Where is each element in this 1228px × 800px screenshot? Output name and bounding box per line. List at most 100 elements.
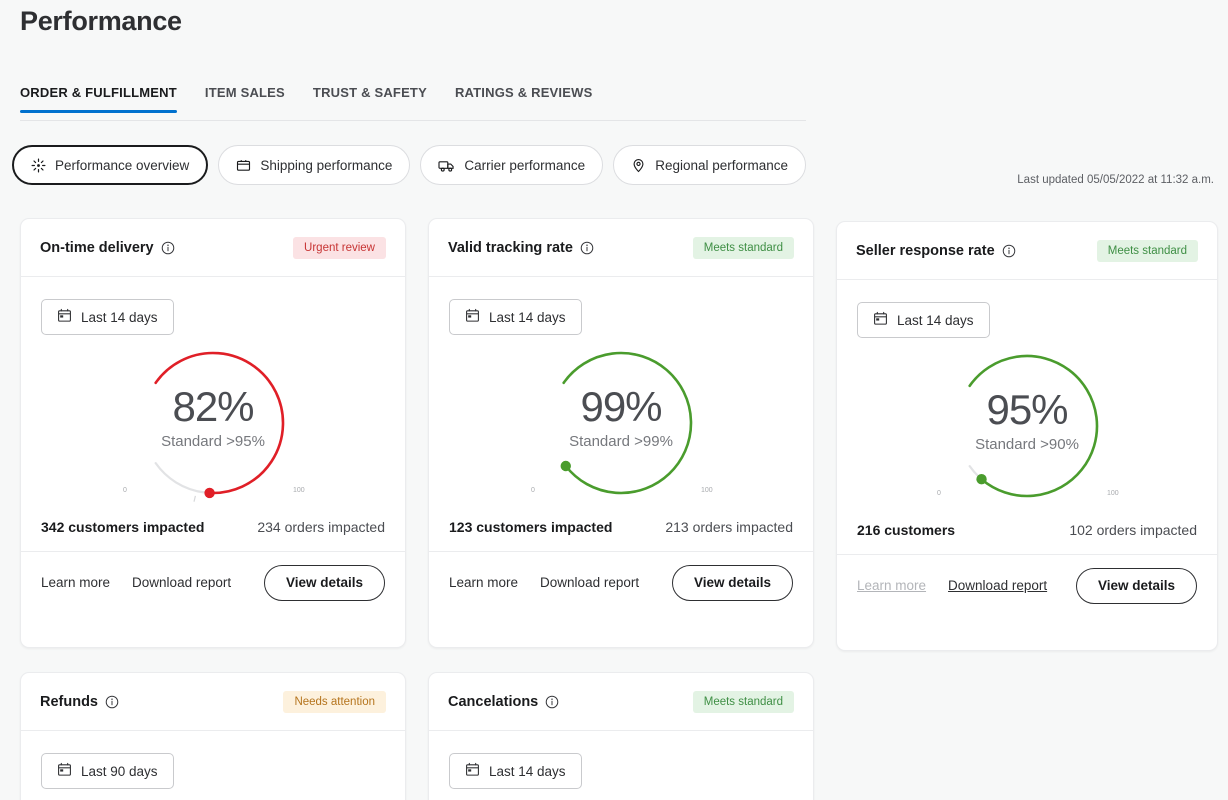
calendar-icon: [465, 308, 480, 326]
card-body: Last 14 days: [429, 731, 813, 789]
truck-icon: [438, 158, 455, 173]
gauge-chart: [560, 351, 693, 495]
pill-performance-overview[interactable]: Performance overview: [12, 145, 209, 185]
card-body: Last 14 days 99% Standard >99% 0 100 123 cus…: [429, 277, 813, 613]
learn-more-link[interactable]: Learn more: [449, 575, 518, 590]
card-stats: 123 customers impacted 213 orders impacte…: [429, 519, 813, 535]
gauge-container: 95% Standard >90% 0 100: [837, 344, 1217, 506]
card-header: Seller response rate Meets standard: [837, 222, 1217, 280]
info-icon[interactable]: [1002, 244, 1016, 258]
download-report-link[interactable]: Download report: [948, 578, 1047, 593]
card-title: Seller response rate: [856, 242, 995, 259]
learn-more-link[interactable]: Learn more: [41, 575, 110, 590]
metric-card-valid-tracking-rate: Valid tracking rate Meets standard Last 14…: [428, 218, 814, 648]
status-badge: Meets standard: [1096, 239, 1198, 262]
date-range-selector[interactable]: Last 90 days: [41, 753, 174, 789]
date-range-selector[interactable]: Last 14 days: [41, 299, 174, 335]
card-footer: Learn more Download report View details: [21, 551, 405, 613]
date-range-selector[interactable]: Last 14 days: [449, 753, 582, 789]
pill-label: Performance overview: [55, 157, 190, 173]
date-range-label: Last 14 days: [489, 309, 566, 325]
date-range-label: Last 14 days: [897, 312, 974, 328]
last-updated-text: Last updated 05/05/2022 at 11:32 a.m.: [1017, 174, 1214, 186]
calendar-icon: [873, 311, 888, 329]
card-title-group: Seller response rate: [856, 243, 1016, 259]
box-icon: [236, 158, 251, 173]
tab-trust-safety[interactable]: TRUST & SAFETY: [299, 85, 441, 112]
card-header: Refunds Needs attention: [21, 673, 405, 731]
tab-order-fulfillment[interactable]: ORDER & FULFILLMENT: [20, 85, 191, 113]
card-title: Refunds: [40, 693, 98, 710]
info-icon[interactable]: [161, 241, 175, 255]
calendar-icon: [57, 762, 72, 780]
card-title: Cancelations: [448, 693, 539, 710]
card-header: Cancelations Meets standard: [429, 673, 813, 731]
calendar-icon: [57, 308, 72, 326]
card-title-group: Refunds: [40, 694, 119, 710]
status-badge: Urgent review: [293, 236, 386, 259]
gauge-min-label: 0: [123, 487, 127, 494]
gauge-min-label: 0: [531, 487, 535, 494]
date-range-selector[interactable]: Last 14 days: [857, 302, 990, 338]
card-title-group: On-time delivery: [40, 240, 175, 256]
pill-regional-performance[interactable]: Regional performance: [613, 145, 807, 185]
pill-label: Shipping performance: [260, 157, 393, 173]
page-title: Performance: [20, 6, 182, 36]
view-details-button[interactable]: View details: [263, 564, 385, 601]
status-badge: Meets standard: [692, 236, 794, 259]
card-header: Valid tracking rate Meets standard: [429, 219, 813, 277]
gauge-chart: [154, 351, 285, 502]
metric-card-refunds: Refunds Needs attention Last 90 days: [20, 672, 406, 800]
gauge-container: 99% Standard >99% 0 100: [429, 341, 813, 503]
metric-card-cancelations: Cancelations Meets standard Last 14 days: [428, 672, 814, 800]
tab-ratings-reviews[interactable]: RATINGS & REVIEWS: [441, 85, 607, 112]
status-badge: Meets standard: [692, 690, 794, 713]
card-stats: 216 customers 102 orders impacted: [837, 522, 1217, 538]
learn-more-link: Learn more: [857, 578, 927, 593]
customers-impacted: 216 customers: [857, 522, 956, 538]
gauge-max-label: 100: [1107, 490, 1119, 497]
date-range-label: Last 14 days: [81, 309, 158, 325]
gauge-min-label: 0: [937, 490, 941, 497]
card-stats: 342 customers impacted 234 orders impacte…: [21, 519, 405, 535]
metric-card-seller-response-rate: Seller response rate Meets standard Last 1…: [836, 221, 1218, 651]
pill-shipping-performance[interactable]: Shipping performance: [218, 145, 411, 185]
pin-icon: [631, 158, 646, 173]
calendar-icon: [465, 762, 480, 780]
metric-card-on-time-delivery: On-time delivery Urgent review Last 14 day…: [20, 218, 406, 648]
date-range-selector[interactable]: Last 14 days: [449, 299, 582, 335]
card-title: Valid tracking rate: [448, 239, 573, 256]
card-footer: Learn more Download report View details: [429, 551, 813, 613]
gauge-container: 82% Standard >95% 0 100: [21, 341, 405, 503]
card-title-group: Valid tracking rate: [448, 240, 594, 256]
pill-carrier-performance[interactable]: Carrier performance: [420, 145, 604, 185]
tab-bar: ORDER & FULFILLMENT ITEM SALES TRUST & SAF…: [20, 85, 806, 121]
status-badge: Needs attention: [283, 690, 386, 713]
date-range-label: Last 90 days: [81, 763, 158, 779]
view-details-button[interactable]: View details: [671, 564, 793, 601]
card-footer: Learn more Download report View details: [837, 554, 1217, 616]
performance-page: Performance ORDER & FULFILLMENT ITEM SALE…: [0, 0, 1228, 800]
card-body: Last 14 days 82% Standard >95% 0 100 342 cus…: [21, 277, 405, 613]
orders-impacted: 213 orders impacted: [665, 519, 793, 535]
date-range-label: Last 14 days: [489, 763, 566, 779]
spark-icon: [31, 158, 46, 173]
card-body: Last 90 days: [21, 731, 405, 789]
pill-label: Carrier performance: [464, 157, 586, 173]
orders-impacted: 102 orders impacted: [1069, 522, 1197, 538]
tab-item-sales[interactable]: ITEM SALES: [191, 85, 299, 112]
info-icon[interactable]: [580, 241, 594, 255]
pill-filter-bar: Performance overview Shipping performance…: [12, 145, 807, 185]
customers-impacted: 342 customers impacted: [41, 519, 205, 535]
info-icon[interactable]: [105, 695, 119, 709]
gauge-max-label: 100: [701, 487, 713, 494]
download-report-link[interactable]: Download report: [132, 575, 231, 590]
view-details-button[interactable]: View details: [1075, 567, 1197, 604]
info-icon[interactable]: [545, 695, 559, 709]
card-body: Last 14 days 95% Standard >90% 0 100 216 cus…: [837, 280, 1217, 616]
pill-label: Regional performance: [655, 157, 789, 173]
card-title-group: Cancelations: [448, 694, 559, 710]
card-header: On-time delivery Urgent review: [21, 219, 405, 277]
download-report-link[interactable]: Download report: [540, 575, 639, 590]
card-title: On-time delivery: [40, 239, 154, 256]
